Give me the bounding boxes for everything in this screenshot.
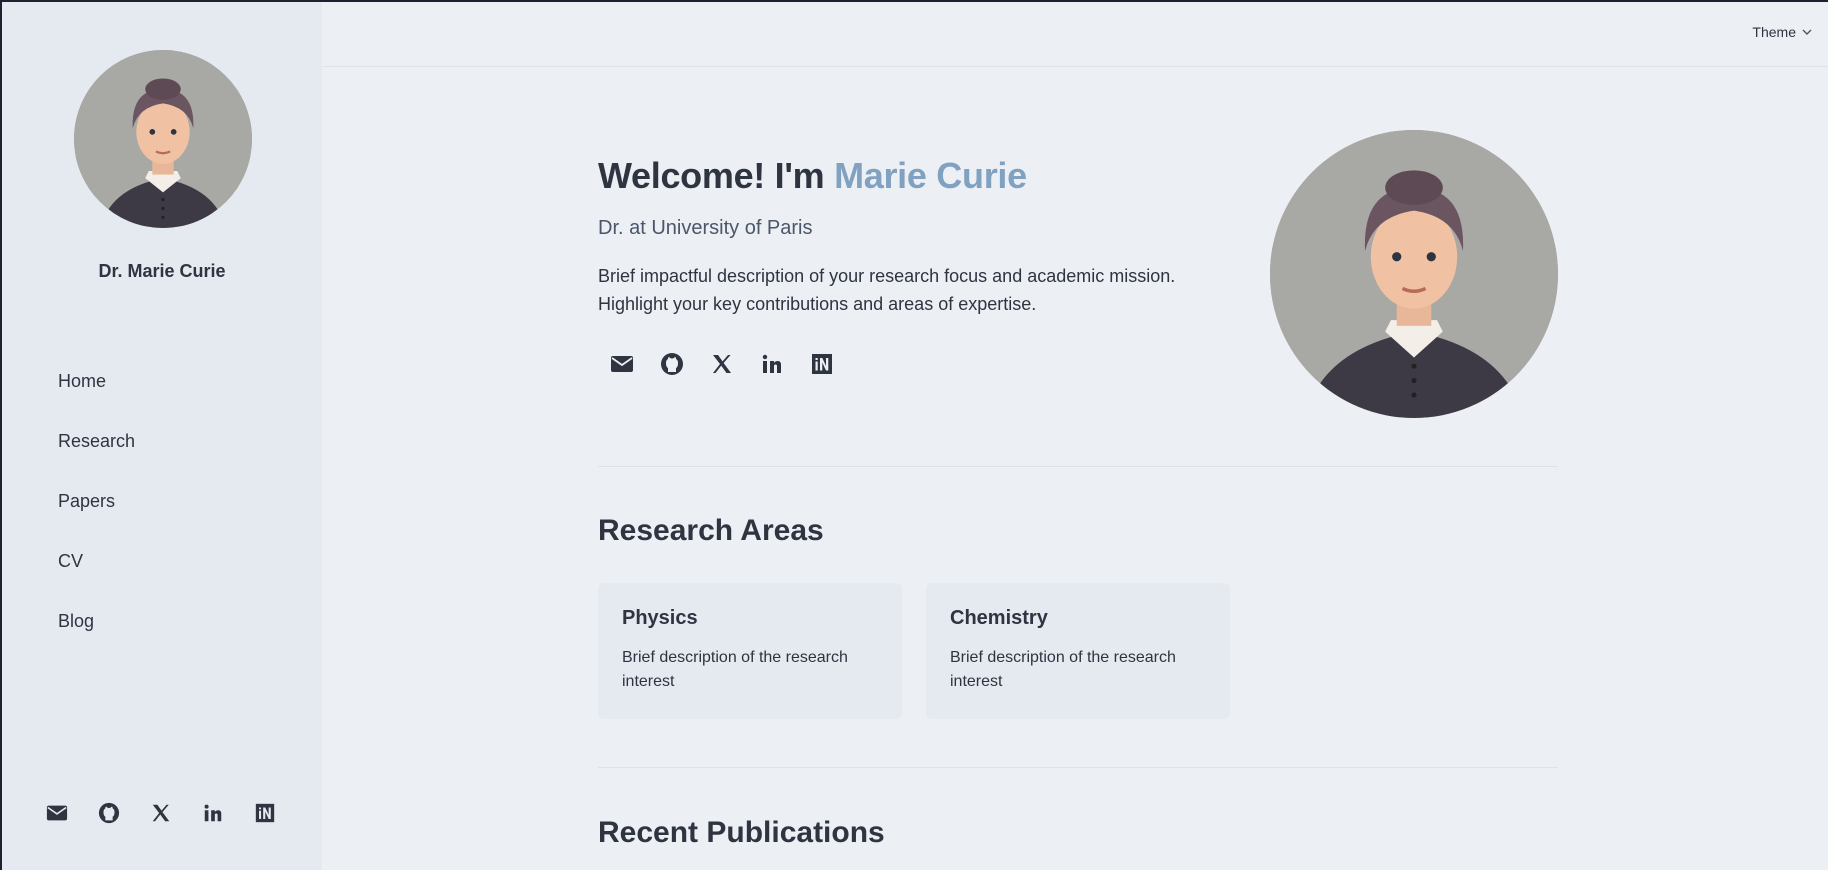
top-bar: Theme (322, 2, 1828, 67)
linkedin-icon[interactable] (760, 352, 784, 376)
github-icon[interactable] (98, 802, 120, 824)
card-title: Physics (622, 607, 698, 629)
hero-avatar (1270, 130, 1558, 418)
chevron-down-icon (1802, 29, 1812, 35)
github-icon[interactable] (660, 352, 684, 376)
section-divider (598, 767, 1558, 768)
portrait-illustration (74, 50, 252, 228)
nav-home[interactable]: Home (58, 368, 135, 428)
inspire-icon[interactable] (254, 802, 276, 824)
hero-social-links (610, 352, 834, 376)
hero-title-name: Marie Curie (834, 155, 1027, 196)
sidebar-nav: Home Research Papers CV Blog (58, 368, 135, 668)
card-description: Brief description of the research intere… (622, 649, 848, 690)
hero-title-prefix: Welcome! I'm (598, 155, 835, 196)
sidebar-name: Dr. Marie Curie (98, 261, 226, 281)
theme-label: Theme (1752, 24, 1796, 40)
research-card-physics[interactable]: Physics Brief description of the researc… (598, 583, 902, 719)
research-areas-title: Research Areas (598, 514, 824, 547)
nav-research[interactable]: Research (58, 428, 135, 488)
hero-description: Brief impactful description of your rese… (598, 266, 1176, 314)
card-title: Chemistry (950, 607, 1048, 629)
hero-title: Welcome! I'm Marie Curie (598, 155, 1027, 197)
hero-subtitle: Dr. at University of Paris (598, 217, 813, 239)
card-description: Brief description of the research intere… (950, 649, 1176, 690)
mail-icon[interactable] (46, 802, 68, 824)
nav-papers[interactable]: Papers (58, 488, 135, 548)
theme-dropdown[interactable]: Theme (1752, 24, 1812, 40)
x-icon[interactable] (150, 802, 172, 824)
avatar (74, 50, 252, 228)
mail-icon[interactable] (610, 352, 634, 376)
inspire-icon[interactable] (810, 352, 834, 376)
sidebar: Dr. Marie Curie Home Research Papers CV … (2, 2, 322, 870)
nav-blog[interactable]: Blog (58, 608, 135, 668)
x-icon[interactable] (710, 352, 734, 376)
nav-cv[interactable]: CV (58, 548, 135, 608)
recent-publications-title: Recent Publications (598, 816, 885, 849)
linkedin-icon[interactable] (202, 802, 224, 824)
section-divider (598, 466, 1558, 467)
sidebar-social-links (46, 802, 276, 824)
research-card-chemistry[interactable]: Chemistry Brief description of the resea… (926, 583, 1230, 719)
portrait-illustration (1270, 130, 1558, 418)
